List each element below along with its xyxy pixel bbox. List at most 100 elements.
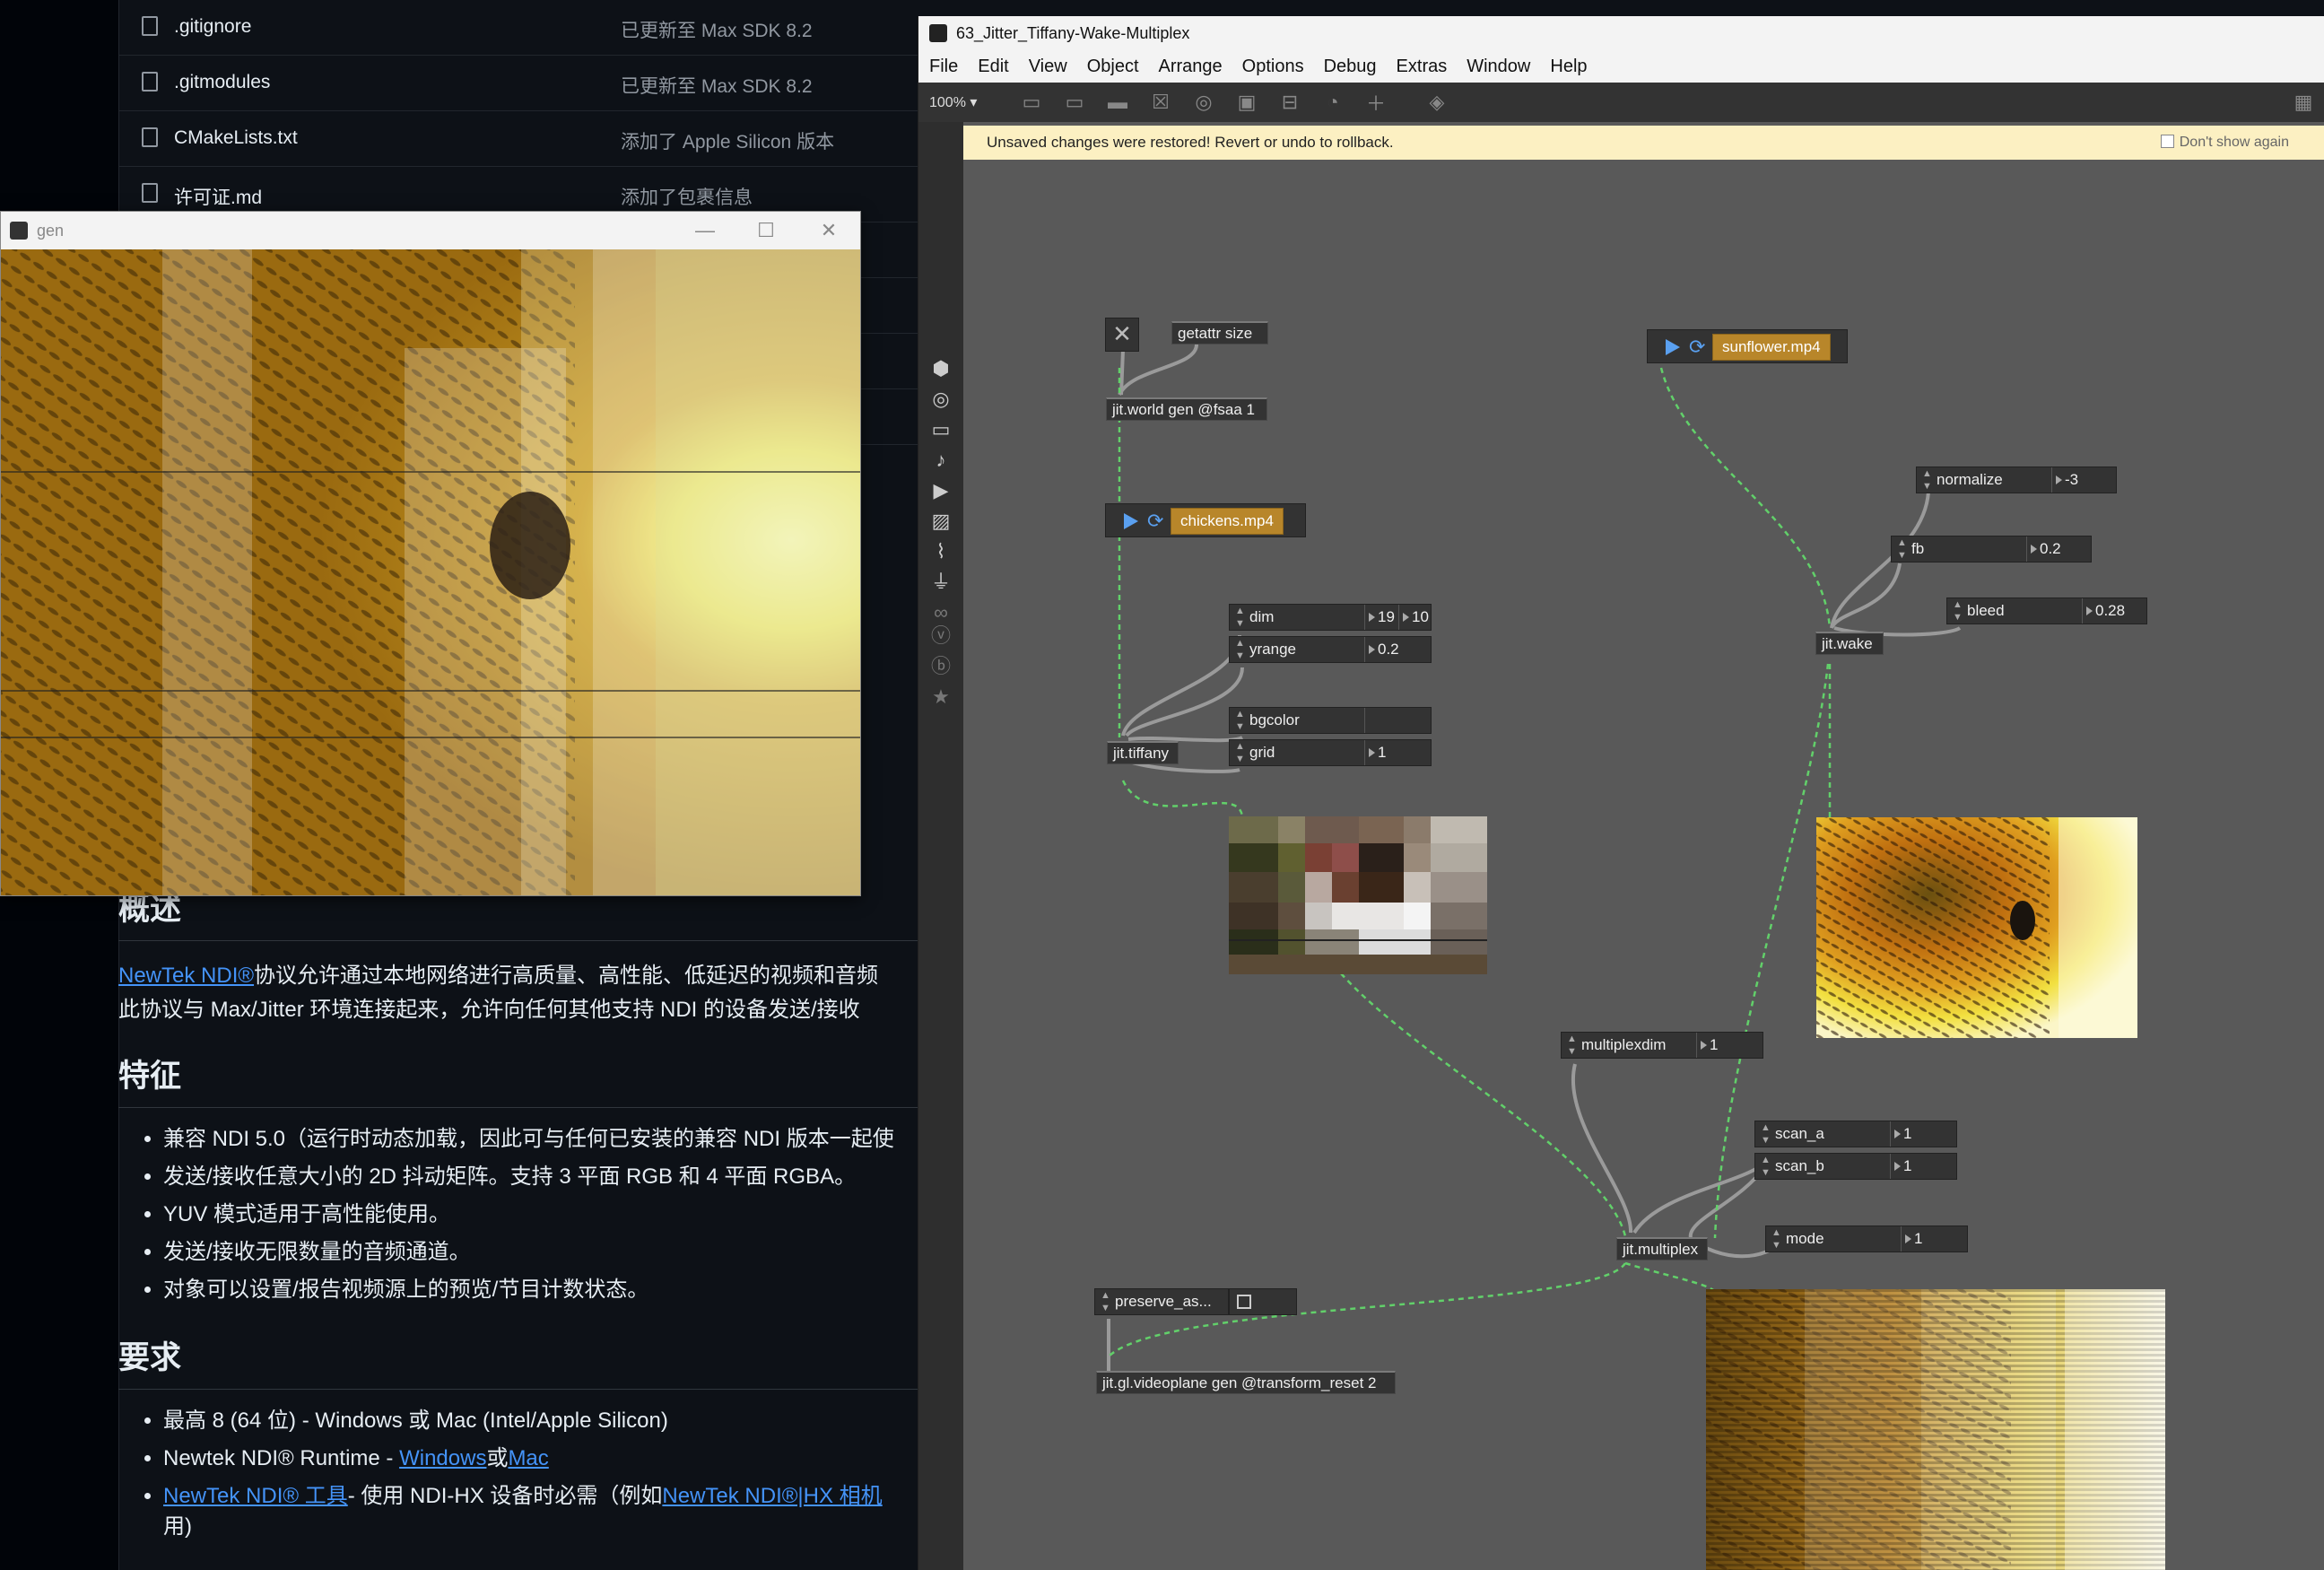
windows-link[interactable]: Windows <box>399 1446 486 1470</box>
add-object-icon[interactable]: ＋ <box>1363 90 1388 115</box>
message-box-icon[interactable]: ▭ <box>1062 90 1087 115</box>
menu-options[interactable]: Options <box>1242 57 1304 77</box>
attrui-mode[interactable]: ▲ ▼ mode 1 <box>1765 1225 1968 1252</box>
attrui-yrange[interactable]: ▲ ▼ yrange 0.2 <box>1229 636 1432 663</box>
jit-wake-object[interactable]: jit.wake <box>1815 632 1884 655</box>
attrui-multiplexdim[interactable]: ▲ ▼ multiplexdim 1 <box>1561 1032 1763 1059</box>
package-icon[interactable]: ⬢ <box>929 357 953 380</box>
chickens-playlist[interactable]: ⟳ chickens.mp4 <box>1105 503 1306 537</box>
minimize-button[interactable]: — <box>674 212 736 249</box>
file-name[interactable]: 许可证.md <box>174 183 262 210</box>
attrui-fb[interactable]: ▲ ▼ fb 0.2 <box>1891 536 2092 563</box>
object-box-icon[interactable]: ▭ <box>1019 90 1044 115</box>
attr-value[interactable]: 0.2 <box>1364 637 1399 662</box>
chain-icon[interactable]: ∞ <box>929 601 953 624</box>
paperclip-icon[interactable]: ⌇ <box>929 540 953 563</box>
comment-icon[interactable]: ▬ <box>1105 90 1130 115</box>
commit-message[interactable]: 已更新至 Max SDK 8.2 <box>621 72 813 99</box>
play-step-icon[interactable]: ▶ <box>929 479 953 502</box>
menu-debug[interactable]: Debug <box>1324 57 1377 77</box>
zoom-dropdown[interactable]: 100% ▾ <box>929 93 1010 111</box>
attr-value[interactable] <box>1364 708 1378 733</box>
file-name[interactable]: .gitmodules <box>174 72 270 93</box>
file-row-cmakelists[interactable]: CMakeLists.txt 添加了 Apple Silicon 版本 <box>118 111 919 167</box>
jit-multiplex-object[interactable]: jit.multiplex <box>1616 1237 1708 1260</box>
attrui-scan-b[interactable]: ▲ ▼ scan_b 1 <box>1754 1153 1957 1180</box>
maximize-button[interactable]: ☐ <box>735 212 797 249</box>
attrui-bleed[interactable]: ▲ ▼ bleed 0.28 <box>1946 597 2147 624</box>
menu-file[interactable]: File <box>929 57 958 77</box>
dial-object-icon[interactable]: ◔ <box>1320 90 1345 115</box>
ndi-hx-camera-link[interactable]: NewTek NDI®|HX 相机 <box>662 1484 882 1508</box>
attr-value-2[interactable]: 10 <box>1398 605 1429 630</box>
gen-titlebar[interactable]: gen — ☐ ✕ <box>1 212 860 249</box>
v-icon[interactable]: ⓥ <box>929 624 953 648</box>
dont-show-checkbox[interactable] <box>2160 135 2174 148</box>
file-row-gitignore[interactable]: .gitignore 已更新至 Max SDK 8.2 <box>118 0 919 56</box>
target-icon[interactable]: ◎ <box>929 388 953 411</box>
checkbox-icon[interactable] <box>1237 1295 1251 1309</box>
attr-value[interactable]: 19 <box>1364 605 1395 630</box>
preserve-aspect-toggle[interactable] <box>1229 1288 1297 1315</box>
attr-value[interactable]: 1 <box>1364 740 1386 765</box>
jit-tiffany-object[interactable]: jit.tiffany <box>1107 741 1179 764</box>
file-row-gitmodules[interactable]: .gitmodules 已更新至 Max SDK 8.2 <box>118 56 919 111</box>
attr-value[interactable]: 1 <box>1696 1033 1718 1058</box>
mac-link[interactable]: Mac <box>508 1446 548 1470</box>
ndi-link[interactable]: NewTek NDI® <box>118 964 254 988</box>
grid-icon[interactable]: ▦ <box>2291 90 2316 115</box>
menu-extras[interactable]: Extras <box>1397 57 1448 77</box>
max-titlebar[interactable]: 63_Jitter_Tiffany-Wake-Multiplex <box>918 16 2324 50</box>
commit-message[interactable]: 添加了 Apple Silicon 版本 <box>621 127 834 154</box>
attr-value[interactable]: 1 <box>1890 1121 1911 1147</box>
getattr-size-object[interactable]: getattr size <box>1171 321 1268 345</box>
slider-object-icon[interactable]: ▣ <box>1234 90 1259 115</box>
jit-world-object[interactable]: jit.world gen @fsaa 1 <box>1106 397 1267 421</box>
commit-message[interactable]: 已更新至 Max SDK 8.2 <box>621 16 813 43</box>
loop-icon[interactable]: ⟳ <box>1689 336 1705 359</box>
attr-value[interactable]: -3 <box>2051 467 2078 493</box>
music-note-icon[interactable]: ♪ <box>929 449 953 472</box>
paint-bucket-icon[interactable]: ◈ <box>1424 90 1449 115</box>
toggle-object-icon[interactable]: ◎ <box>1191 90 1216 115</box>
menu-view[interactable]: View <box>1029 57 1067 77</box>
attrui-preserve-aspect[interactable]: ▲ ▼ preserve_as... <box>1094 1288 1229 1315</box>
attr-value[interactable]: 1 <box>1901 1226 1922 1252</box>
commit-message[interactable]: 添加了包裹信息 <box>621 183 753 210</box>
bpatcher-icon[interactable]: ▭ <box>929 418 953 441</box>
sunflower-playlist[interactable]: ⟳ sunflower.mp4 <box>1647 329 1848 363</box>
gen-render-canvas[interactable] <box>1 249 860 895</box>
ndi-tools-link[interactable]: NewTek NDI® 工具 <box>163 1484 348 1508</box>
number-object-icon[interactable]: ⊟ <box>1277 90 1302 115</box>
dont-show-again[interactable]: Don't show again <box>2160 135 2289 151</box>
menu-arrange[interactable]: Arrange <box>1159 57 1223 77</box>
attr-value[interactable]: 0.2 <box>2026 536 2061 562</box>
toggle-close-x[interactable]: ✕ <box>1105 318 1139 352</box>
plug-icon[interactable]: ⏚ <box>929 571 953 594</box>
close-button[interactable]: ✕ <box>797 212 860 249</box>
button-object-icon[interactable]: ☒ <box>1148 90 1173 115</box>
b-icon[interactable]: ⓑ <box>929 655 953 678</box>
attr-value[interactable]: 0.28 <box>2082 598 2125 624</box>
play-icon[interactable] <box>1124 513 1138 529</box>
file-name[interactable]: CMakeLists.txt <box>174 127 298 149</box>
attrui-dim[interactable]: ▲ ▼ dim 19 10 <box>1229 604 1432 631</box>
attrui-scan-a[interactable]: ▲ ▼ scan_a 1 <box>1754 1121 1957 1147</box>
attrui-bgcolor[interactable]: ▲ ▼ bgcolor <box>1229 707 1432 734</box>
menu-window[interactable]: Window <box>1467 57 1530 77</box>
jit-gl-videoplane-object[interactable]: jit.gl.videoplane gen @transform_reset 2 <box>1096 1371 1396 1394</box>
sunflower-clip[interactable]: sunflower.mp4 <box>1712 334 1831 361</box>
menu-object[interactable]: Object <box>1087 57 1139 77</box>
attr-value[interactable]: 1 <box>1890 1154 1911 1179</box>
play-icon[interactable] <box>1666 339 1680 355</box>
menu-edit[interactable]: Edit <box>978 57 1008 77</box>
chickens-clip[interactable]: chickens.mp4 <box>1171 508 1284 535</box>
attrui-normalize[interactable]: ▲ ▼ normalize -3 <box>1916 467 2117 493</box>
gen-window[interactable]: gen — ☐ ✕ <box>0 211 861 896</box>
menu-help[interactable]: Help <box>1550 57 1587 77</box>
star-icon[interactable]: ★ <box>929 685 953 709</box>
attrui-grid[interactable]: ▲ ▼ grid 1 <box>1229 739 1432 766</box>
image-icon[interactable]: ▨ <box>929 510 953 533</box>
file-name[interactable]: .gitignore <box>174 16 251 38</box>
loop-icon[interactable]: ⟳ <box>1147 510 1163 533</box>
